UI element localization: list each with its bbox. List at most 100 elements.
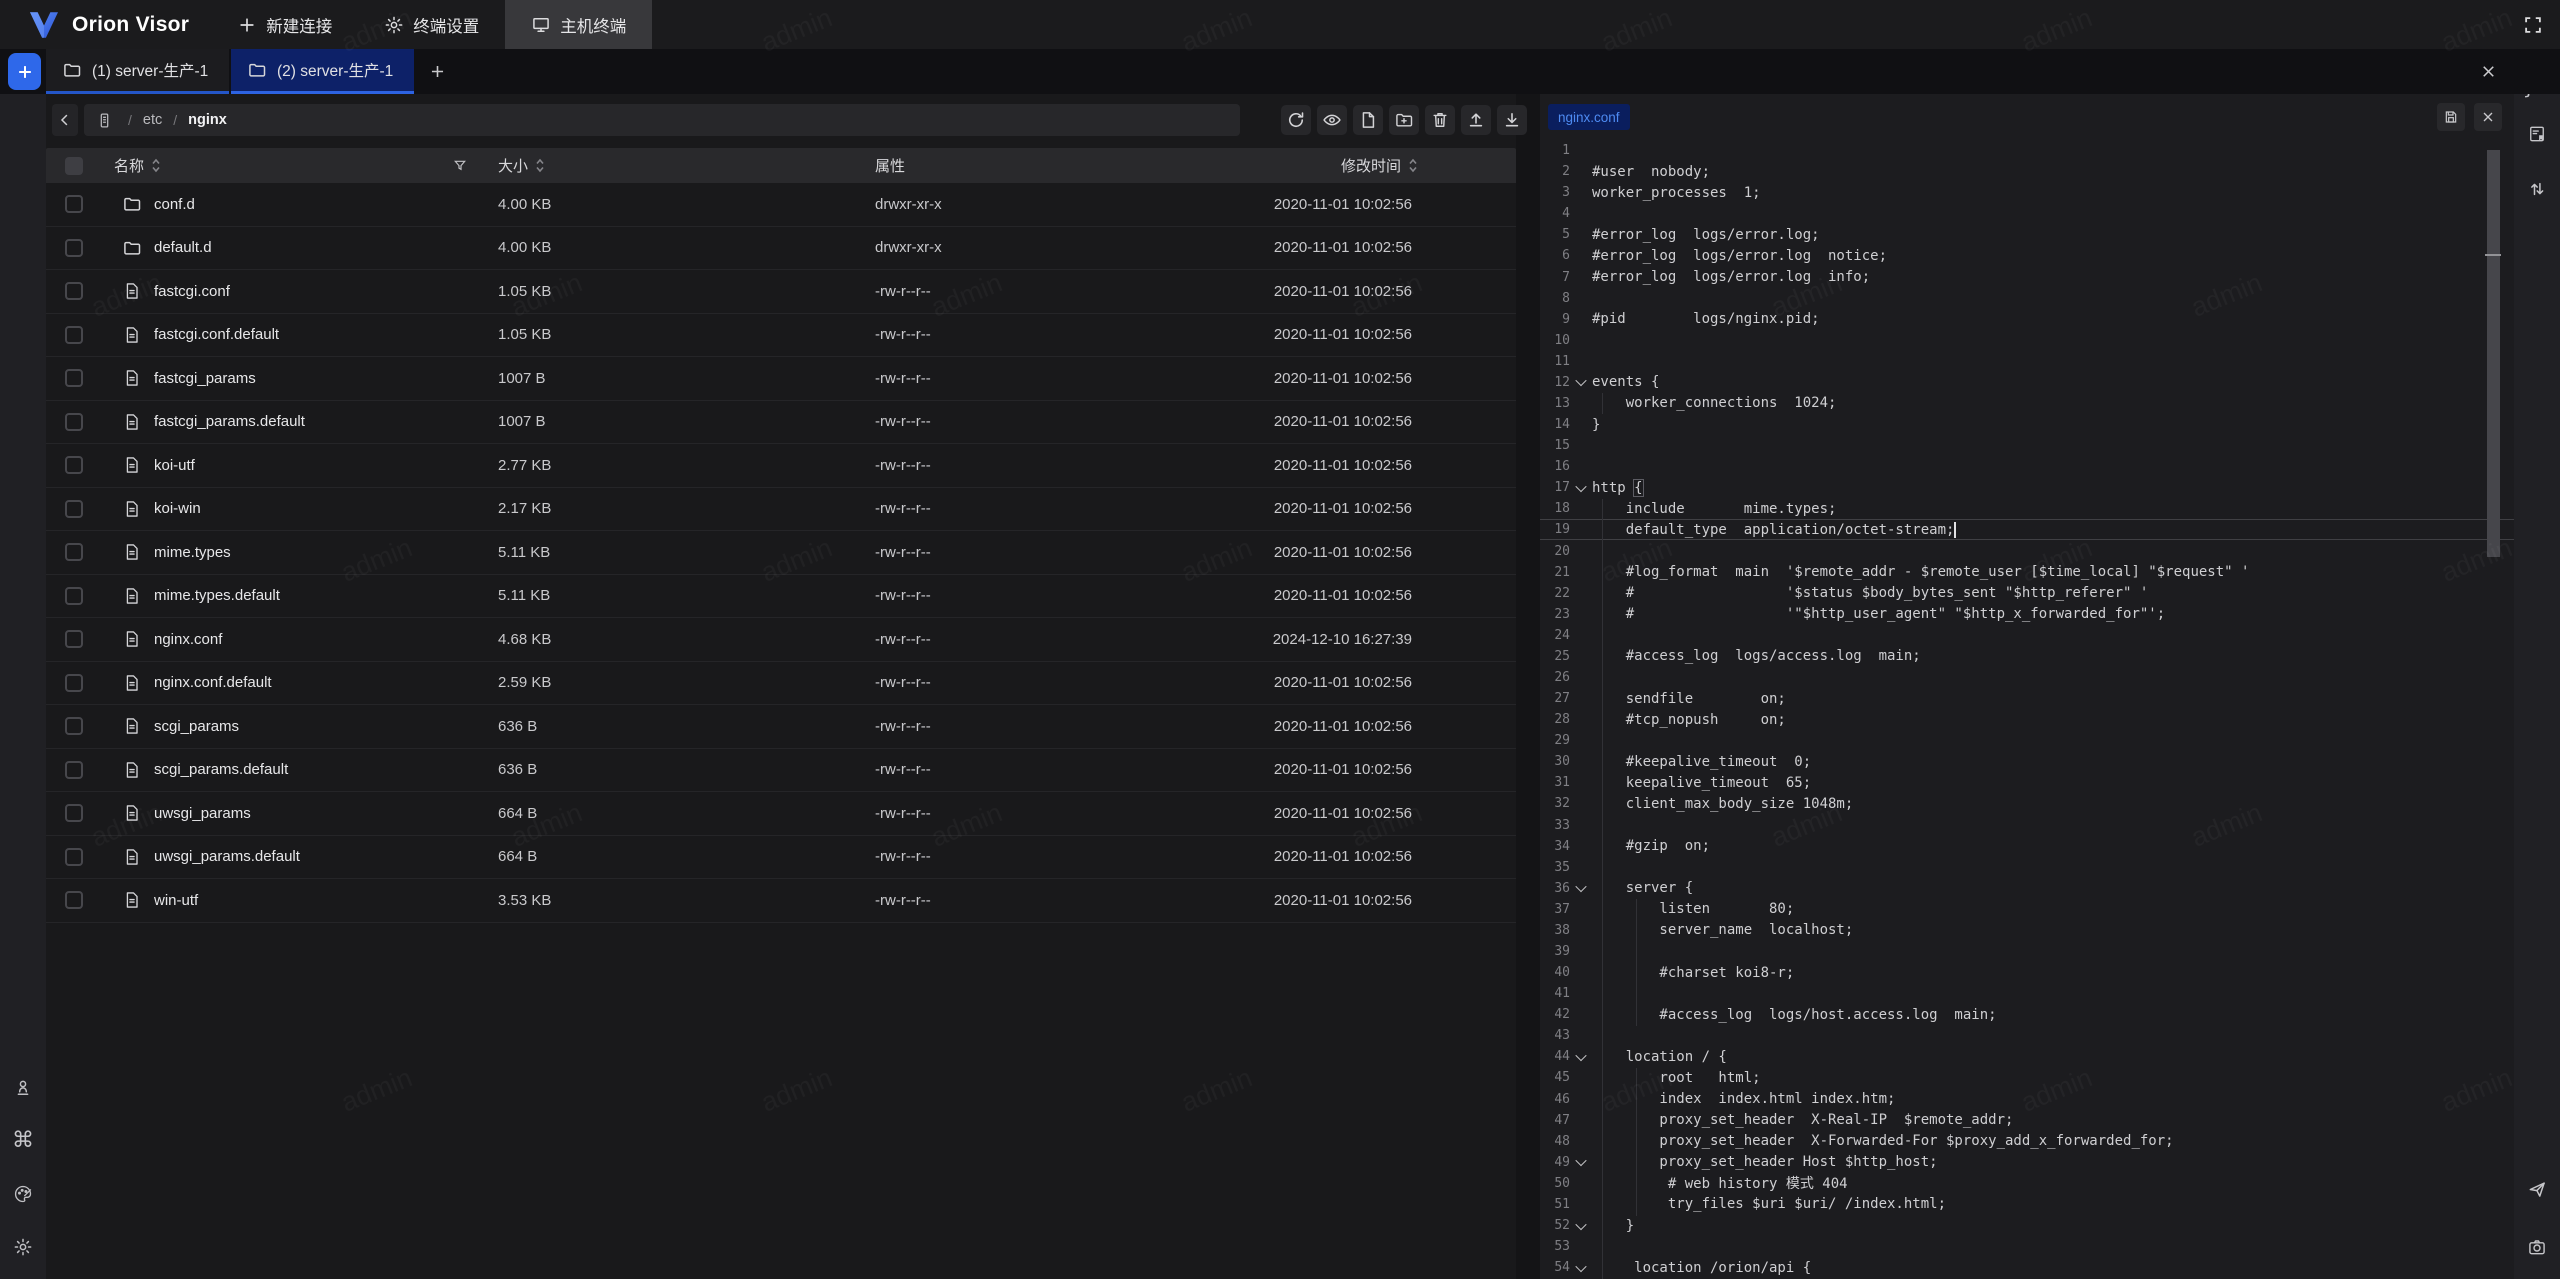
code-line-44[interactable]: 44 location / { — [1540, 1046, 2514, 1067]
table-row-uwsgi_params.default[interactable]: uwsgi_params.default664 B-rw-r--r--2020-… — [46, 836, 1516, 880]
code-line-29[interactable]: 29 — [1540, 730, 2514, 751]
code-line-23[interactable]: 23 # '"$http_user_agent" "$http_x_forwar… — [1540, 604, 2514, 625]
camera-button[interactable] — [2523, 1233, 2551, 1261]
code-line-26[interactable]: 26 — [1540, 667, 2514, 688]
upload-button[interactable] — [1461, 105, 1491, 135]
code-line-36[interactable]: 36 server { — [1540, 878, 2514, 899]
code-line-51[interactable]: 51 try_files $uri $uri/ /index.html; — [1540, 1194, 2514, 1215]
table-row-fastcgi_params.default[interactable]: fastcgi_params.default1007 B-rw-r--r--20… — [46, 401, 1516, 445]
nav-item-new-connection[interactable]: 新建连接 — [211, 0, 358, 49]
code-line-48[interactable]: 48 proxy_set_header X-Forwarded-For $pro… — [1540, 1131, 2514, 1152]
fold-chevron-icon[interactable] — [1570, 884, 1592, 892]
new-file-button[interactable] — [1353, 105, 1383, 135]
table-row-conf.d[interactable]: conf.d4.00 KBdrwxr-xr-x2020-11-01 10:02:… — [46, 183, 1516, 227]
code-line-19[interactable]: 19 default_type application/octet-stream… — [1540, 519, 2514, 540]
code-line-50[interactable]: 50 # web history 模式 404 — [1540, 1173, 2514, 1194]
code-line-5[interactable]: 5#error_log logs/error.log; — [1540, 224, 2514, 245]
select-all-checkbox[interactable] — [65, 157, 83, 175]
table-row-scgi_params[interactable]: scgi_params636 B-rw-r--r--2020-11-01 10:… — [46, 705, 1516, 749]
code-line-10[interactable]: 10 — [1540, 330, 2514, 351]
code-line-27[interactable]: 27 sendfile on; — [1540, 688, 2514, 709]
close-editor-button[interactable] — [2474, 103, 2502, 131]
code-line-35[interactable]: 35 — [1540, 857, 2514, 878]
row-checkbox[interactable] — [65, 239, 83, 257]
column-header-size[interactable]: 大小 — [462, 155, 838, 176]
code-line-38[interactable]: 38 server_name localhost; — [1540, 920, 2514, 941]
row-checkbox[interactable] — [65, 500, 83, 518]
code-line-31[interactable]: 31 keepalive_timeout 65; — [1540, 772, 2514, 793]
fold-chevron-icon[interactable] — [1570, 1264, 1592, 1272]
send-button[interactable] — [2523, 1175, 2551, 1203]
code-line-49[interactable]: 49 proxy_set_header Host $http_host; — [1540, 1152, 2514, 1173]
fold-chevron-icon[interactable] — [1570, 1222, 1592, 1230]
code-line-41[interactable]: 41 — [1540, 983, 2514, 1004]
code-line-7[interactable]: 7#error_log logs/error.log info; — [1540, 266, 2514, 287]
row-checkbox[interactable] — [65, 369, 83, 387]
table-row-uwsgi_params[interactable]: uwsgi_params664 B-rw-r--r--2020-11-01 10… — [46, 792, 1516, 836]
swap-button[interactable] — [2523, 175, 2551, 203]
fold-chevron-icon[interactable] — [1570, 484, 1592, 492]
code-line-28[interactable]: 28 #tcp_nopush on; — [1540, 709, 2514, 730]
code-line-45[interactable]: 45 root html; — [1540, 1067, 2514, 1088]
code-line-54[interactable]: 54 location /orion/api { — [1540, 1257, 2514, 1278]
nav-item-terminal-settings[interactable]: 终端设置 — [358, 0, 505, 49]
code-line-6[interactable]: 6#error_log logs/error.log notice; — [1540, 245, 2514, 266]
sort-icon[interactable] — [535, 158, 545, 173]
table-row-win-utf[interactable]: win-utf3.53 KB-rw-r--r--2020-11-01 10:02… — [46, 879, 1516, 923]
editor-scrollbar[interactable] — [2487, 150, 2500, 557]
session-tab-2[interactable]: (2) server-生产-1 — [231, 49, 414, 94]
table-row-koi-win[interactable]: koi-win2.17 KB-rw-r--r--2020-11-01 10:02… — [46, 488, 1516, 532]
code-line-22[interactable]: 22 # '$status $body_bytes_sent "$http_re… — [1540, 583, 2514, 604]
table-row-fastcgi.conf.default[interactable]: fastcgi.conf.default1.05 KB-rw-r--r--202… — [46, 314, 1516, 358]
new-folder-button[interactable] — [1389, 105, 1419, 135]
path-breadcrumb[interactable]: / etc / nginx — [84, 104, 1240, 136]
row-checkbox[interactable] — [65, 717, 83, 735]
code-line-53[interactable]: 53 — [1540, 1236, 2514, 1257]
settings-button[interactable] — [9, 1233, 37, 1261]
nav-item-host-terminal[interactable]: 主机终端 — [505, 0, 652, 49]
row-checkbox[interactable] — [65, 195, 83, 213]
row-checkbox[interactable] — [65, 630, 83, 648]
table-row-default.d[interactable]: default.d4.00 KBdrwxr-xr-x2020-11-01 10:… — [46, 227, 1516, 271]
session-tab-1[interactable]: (1) server-生产-1 — [46, 49, 229, 94]
table-row-nginx.conf.default[interactable]: nginx.conf.default2.59 KB-rw-r--r--2020-… — [46, 662, 1516, 706]
code-line-11[interactable]: 11 — [1540, 351, 2514, 372]
code-line-25[interactable]: 25 #access_log logs/access.log main; — [1540, 646, 2514, 667]
code-line-8[interactable]: 8 — [1540, 288, 2514, 309]
row-checkbox[interactable] — [65, 761, 83, 779]
palette-button[interactable] — [9, 1180, 37, 1208]
column-header-modified[interactable]: 修改时间 — [1256, 155, 1516, 176]
path-segment-nginx[interactable]: nginx — [188, 112, 227, 128]
code-line-1[interactable]: 1 — [1540, 140, 2514, 161]
table-row-koi-utf[interactable]: koi-utf2.77 KB-rw-r--r--2020-11-01 10:02… — [46, 444, 1516, 488]
preview-button[interactable] — [1317, 105, 1347, 135]
code-line-21[interactable]: 21 #log_format main '$remote_addr - $rem… — [1540, 562, 2514, 583]
code-line-18[interactable]: 18 include mime.types; — [1540, 498, 2514, 519]
path-segment-etc[interactable]: etc — [143, 112, 162, 128]
code-line-37[interactable]: 37 listen 80; — [1540, 899, 2514, 920]
row-checkbox[interactable] — [65, 456, 83, 474]
code-line-30[interactable]: 30 #keepalive_timeout 0; — [1540, 751, 2514, 772]
code-line-46[interactable]: 46 index index.html index.htm; — [1540, 1089, 2514, 1110]
code-editor[interactable]: 12#user nobody;3worker_processes 1;45#er… — [1540, 140, 2514, 1279]
delete-button[interactable] — [1425, 105, 1455, 135]
close-panel-icon[interactable] — [2479, 62, 2498, 81]
row-checkbox[interactable] — [65, 674, 83, 692]
code-line-33[interactable]: 33 — [1540, 815, 2514, 836]
table-row-mime.types.default[interactable]: mime.types.default5.11 KB-rw-r--r--2020-… — [46, 575, 1516, 619]
new-session-button[interactable] — [8, 53, 41, 90]
code-line-34[interactable]: 34 #gzip on; — [1540, 836, 2514, 857]
command-button[interactable]: ⌘ — [9, 1127, 37, 1155]
row-checkbox[interactable] — [65, 891, 83, 909]
table-row-mime.types[interactable]: mime.types5.11 KB-rw-r--r--2020-11-01 10… — [46, 531, 1516, 575]
fullscreen-button[interactable] — [2522, 14, 2544, 36]
row-checkbox[interactable] — [65, 848, 83, 866]
download-button[interactable] — [1497, 105, 1527, 135]
code-line-40[interactable]: 40 #charset koi8-r; — [1540, 962, 2514, 983]
table-row-fastcgi.conf[interactable]: fastcgi.conf1.05 KB-rw-r--r--2020-11-01 … — [46, 270, 1516, 314]
code-line-24[interactable]: 24 — [1540, 625, 2514, 646]
code-line-3[interactable]: 3worker_processes 1; — [1540, 182, 2514, 203]
code-line-2[interactable]: 2#user nobody; — [1540, 161, 2514, 182]
save-button[interactable] — [2437, 103, 2465, 131]
code-line-17[interactable]: 17http { — [1540, 477, 2514, 498]
